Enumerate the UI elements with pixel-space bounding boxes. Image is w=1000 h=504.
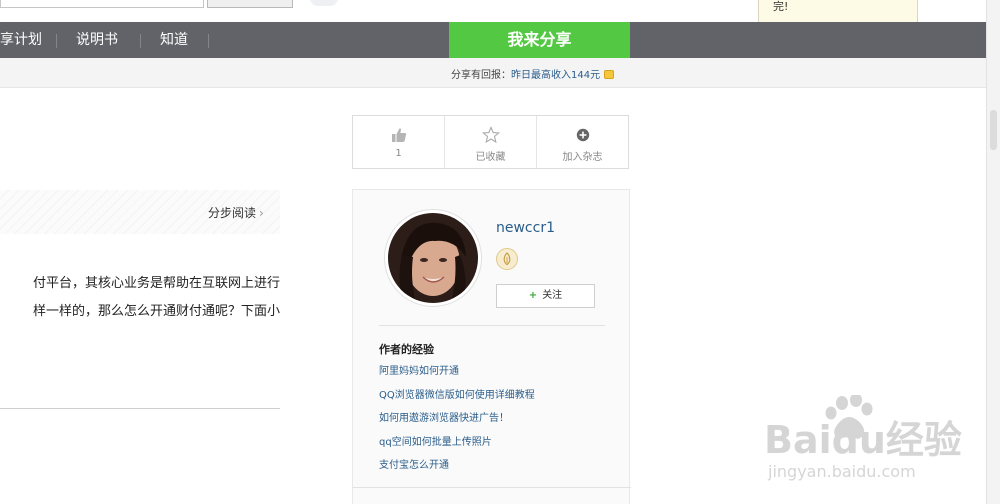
article-divider: [0, 408, 280, 409]
main-nav: 享计划 说明书 知道 我来分享: [0, 22, 986, 58]
author-panel: newccr1 + 关注 作者的经验 阿里妈妈如何开通 QQ浏览器微信版如何使用详…: [352, 189, 631, 504]
nav-item-share-plan[interactable]: 享计划: [0, 22, 42, 58]
share-button[interactable]: 我来分享: [449, 22, 630, 58]
follow-button[interactable]: + 关注: [496, 284, 595, 308]
nav-separator: [56, 34, 57, 48]
experience-link[interactable]: 如何用遨游浏览器快进广告！: [379, 412, 535, 436]
experience-link[interactable]: qq空间如何批量上传照片: [379, 436, 535, 460]
baidu-jingyan-watermark: Baidu经验 jingyan.baidu.com: [764, 395, 962, 481]
search-input[interactable]: [0, 0, 204, 8]
notice-text: 完!: [773, 0, 789, 13]
experience-list: 阿里妈妈如何开通 QQ浏览器微信版如何使用详细教程 如何用遨游浏览器快进广告！ …: [379, 365, 535, 483]
intro-line: 付平台，其核心业务是帮助在互联网上进行: [32, 276, 280, 291]
watermark-line2: jingyan.baidu.com: [767, 462, 916, 481]
add-magazine-button[interactable]: 加入杂志: [537, 116, 628, 168]
header-decoration: [310, 0, 338, 6]
add-magazine-label: 加入杂志: [562, 152, 603, 163]
star-icon: [481, 126, 500, 144]
nav-separator: [208, 34, 209, 48]
plus-circle-icon: [576, 128, 589, 142]
coin-icon: [604, 70, 615, 79]
nav-item-zhidao[interactable]: 知道: [160, 22, 188, 58]
nav-separator: [140, 34, 141, 48]
watermark-line1: Baidu经验: [764, 418, 962, 462]
experience-title: 作者的经验: [379, 343, 434, 356]
scrollbar[interactable]: [986, 0, 1000, 504]
panel-divider: [353, 487, 631, 488]
intro-line: 样一样的，那么怎么开通财付通呢？下面小: [32, 304, 280, 319]
article-intro: 付平台，其核心业务是帮助在互联网上进行 样一样的，那么怎么开通财付通呢？下面小: [0, 270, 280, 326]
reward-line: 分享有回报：昨日最高收入144元: [451, 66, 615, 81]
panel-divider: [379, 325, 605, 326]
chevron-right-icon: ›: [259, 206, 264, 220]
like-count: 1: [395, 148, 402, 159]
like-button[interactable]: 1: [353, 116, 445, 168]
search-button[interactable]: [207, 0, 293, 8]
nav-item-manual[interactable]: 说明书: [76, 22, 118, 58]
reward-link[interactable]: 昨日最高收入144元: [511, 70, 600, 81]
avatar[interactable]: [388, 213, 478, 303]
reward-bar: 分享有回报：昨日最高收入144元: [0, 58, 986, 88]
follow-label: 关注: [542, 290, 563, 301]
article-actions: 1 已收藏 加入杂志: [352, 115, 629, 169]
experience-link[interactable]: QQ浏览器微信版如何使用详细教程: [379, 389, 535, 413]
reward-prefix: 分享有回报：: [451, 70, 511, 81]
favorite-label: 已收藏: [475, 152, 506, 163]
scrollbar-thumb[interactable]: [990, 110, 997, 150]
plus-icon: +: [528, 290, 538, 301]
favorite-button[interactable]: 已收藏: [445, 116, 537, 168]
avatar-ring: [384, 209, 482, 307]
experience-link[interactable]: 阿里妈妈如何开通: [379, 365, 535, 389]
step-read-link[interactable]: 分步阅读 ›: [208, 204, 264, 221]
step-read-label: 分步阅读: [208, 206, 257, 220]
thumb-up-icon: [391, 128, 406, 142]
author-name[interactable]: newccr1: [496, 220, 555, 236]
level-badge-icon: [496, 248, 518, 270]
experience-link[interactable]: 支付宝怎么开通: [379, 459, 535, 483]
